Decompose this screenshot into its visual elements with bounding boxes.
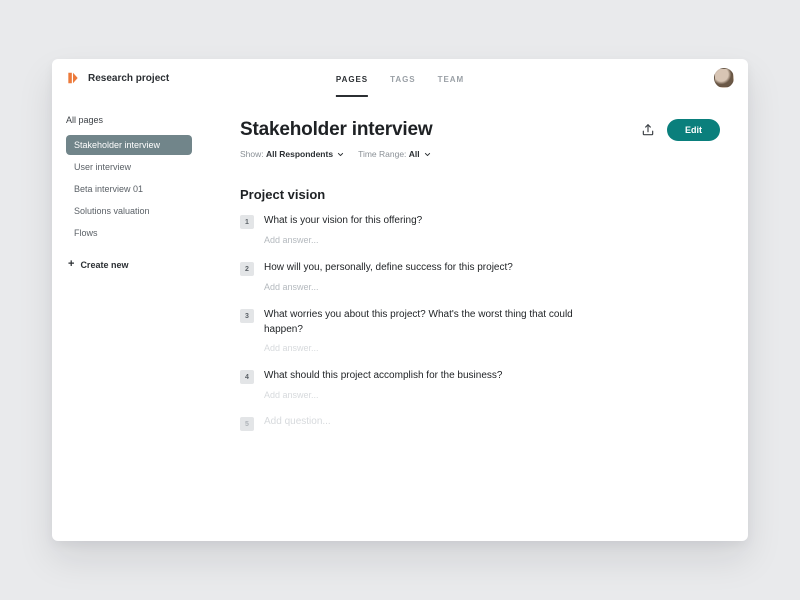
tab-pages[interactable]: PAGES <box>336 59 368 97</box>
sidebar: All pages Stakeholder interview User int… <box>52 97 202 541</box>
filter-time-label: Time Range: <box>358 149 406 159</box>
title-row: Stakeholder interview Edit <box>240 119 720 141</box>
question-row: 4 What should this project accomplish fo… <box>240 369 720 384</box>
nav-tabs: PAGES TAGS TEAM <box>336 59 464 97</box>
question-number: 4 <box>240 370 254 384</box>
app-window: Research project PAGES TAGS TEAM All pag… <box>52 59 748 541</box>
question-number: 5 <box>240 417 254 431</box>
page-title: Stakeholder interview <box>240 119 432 141</box>
filter-time-dropdown[interactable]: All <box>409 149 431 159</box>
create-new-button[interactable]: + Create new <box>66 255 192 274</box>
filter-show-value: All Respondents <box>266 149 333 159</box>
filter-time: Time Range: All <box>358 149 431 159</box>
question-number: 3 <box>240 309 254 323</box>
filters-row: Show: All Respondents Time Range: All <box>240 149 720 159</box>
edit-button[interactable]: Edit <box>667 119 720 141</box>
add-question-row: 5 Add question... <box>240 416 720 431</box>
create-new-label: Create new <box>80 260 128 270</box>
tab-team[interactable]: TEAM <box>438 59 465 97</box>
title-actions: Edit <box>641 119 720 141</box>
question-text: What should this project accomplish for … <box>264 369 502 384</box>
question-text: What worries you about this project? Wha… <box>264 308 584 337</box>
sidebar-item-solutions-valuation[interactable]: Solutions valuation <box>66 201 192 221</box>
sidebar-item-flows[interactable]: Flows <box>66 223 192 243</box>
section-title: Project vision <box>240 187 720 202</box>
chevron-down-icon <box>337 151 344 158</box>
body: All pages Stakeholder interview User int… <box>52 97 748 541</box>
question-text: How will you, personally, define success… <box>264 261 513 276</box>
add-answer-input[interactable]: Add answer... <box>264 235 720 245</box>
question-row: 3 What worries you about this project? W… <box>240 308 720 337</box>
question-number: 1 <box>240 215 254 229</box>
question-row: 2 How will you, personally, define succe… <box>240 261 720 276</box>
filter-show-dropdown[interactable]: All Respondents <box>266 149 344 159</box>
sidebar-item-beta-interview-01[interactable]: Beta interview 01 <box>66 179 192 199</box>
filter-time-value: All <box>409 149 420 159</box>
filter-show: Show: All Respondents <box>240 149 344 159</box>
sidebar-all-pages[interactable]: All pages <box>66 115 192 125</box>
sidebar-item-stakeholder-interview[interactable]: Stakeholder interview <box>66 135 192 155</box>
question-row: 1 What is your vision for this offering? <box>240 214 720 229</box>
share-icon[interactable] <box>641 123 655 137</box>
add-question-input[interactable]: Add question... <box>264 416 331 427</box>
sidebar-item-user-interview[interactable]: User interview <box>66 157 192 177</box>
add-answer-input[interactable]: Add answer... <box>264 390 720 400</box>
avatar[interactable] <box>714 68 734 88</box>
add-answer-input[interactable]: Add answer... <box>264 343 720 353</box>
main-content: Stakeholder interview Edit Show: All Res… <box>202 97 748 541</box>
logo-icon <box>66 71 80 85</box>
question-number: 2 <box>240 262 254 276</box>
plus-icon: + <box>68 259 74 270</box>
project-title: Research project <box>88 73 169 84</box>
question-text: What is your vision for this offering? <box>264 214 422 229</box>
brand: Research project <box>66 71 169 85</box>
chevron-down-icon <box>424 151 431 158</box>
top-bar: Research project PAGES TAGS TEAM <box>52 59 748 97</box>
filter-show-label: Show: <box>240 149 264 159</box>
tab-tags[interactable]: TAGS <box>390 59 415 97</box>
add-answer-input[interactable]: Add answer... <box>264 282 720 292</box>
